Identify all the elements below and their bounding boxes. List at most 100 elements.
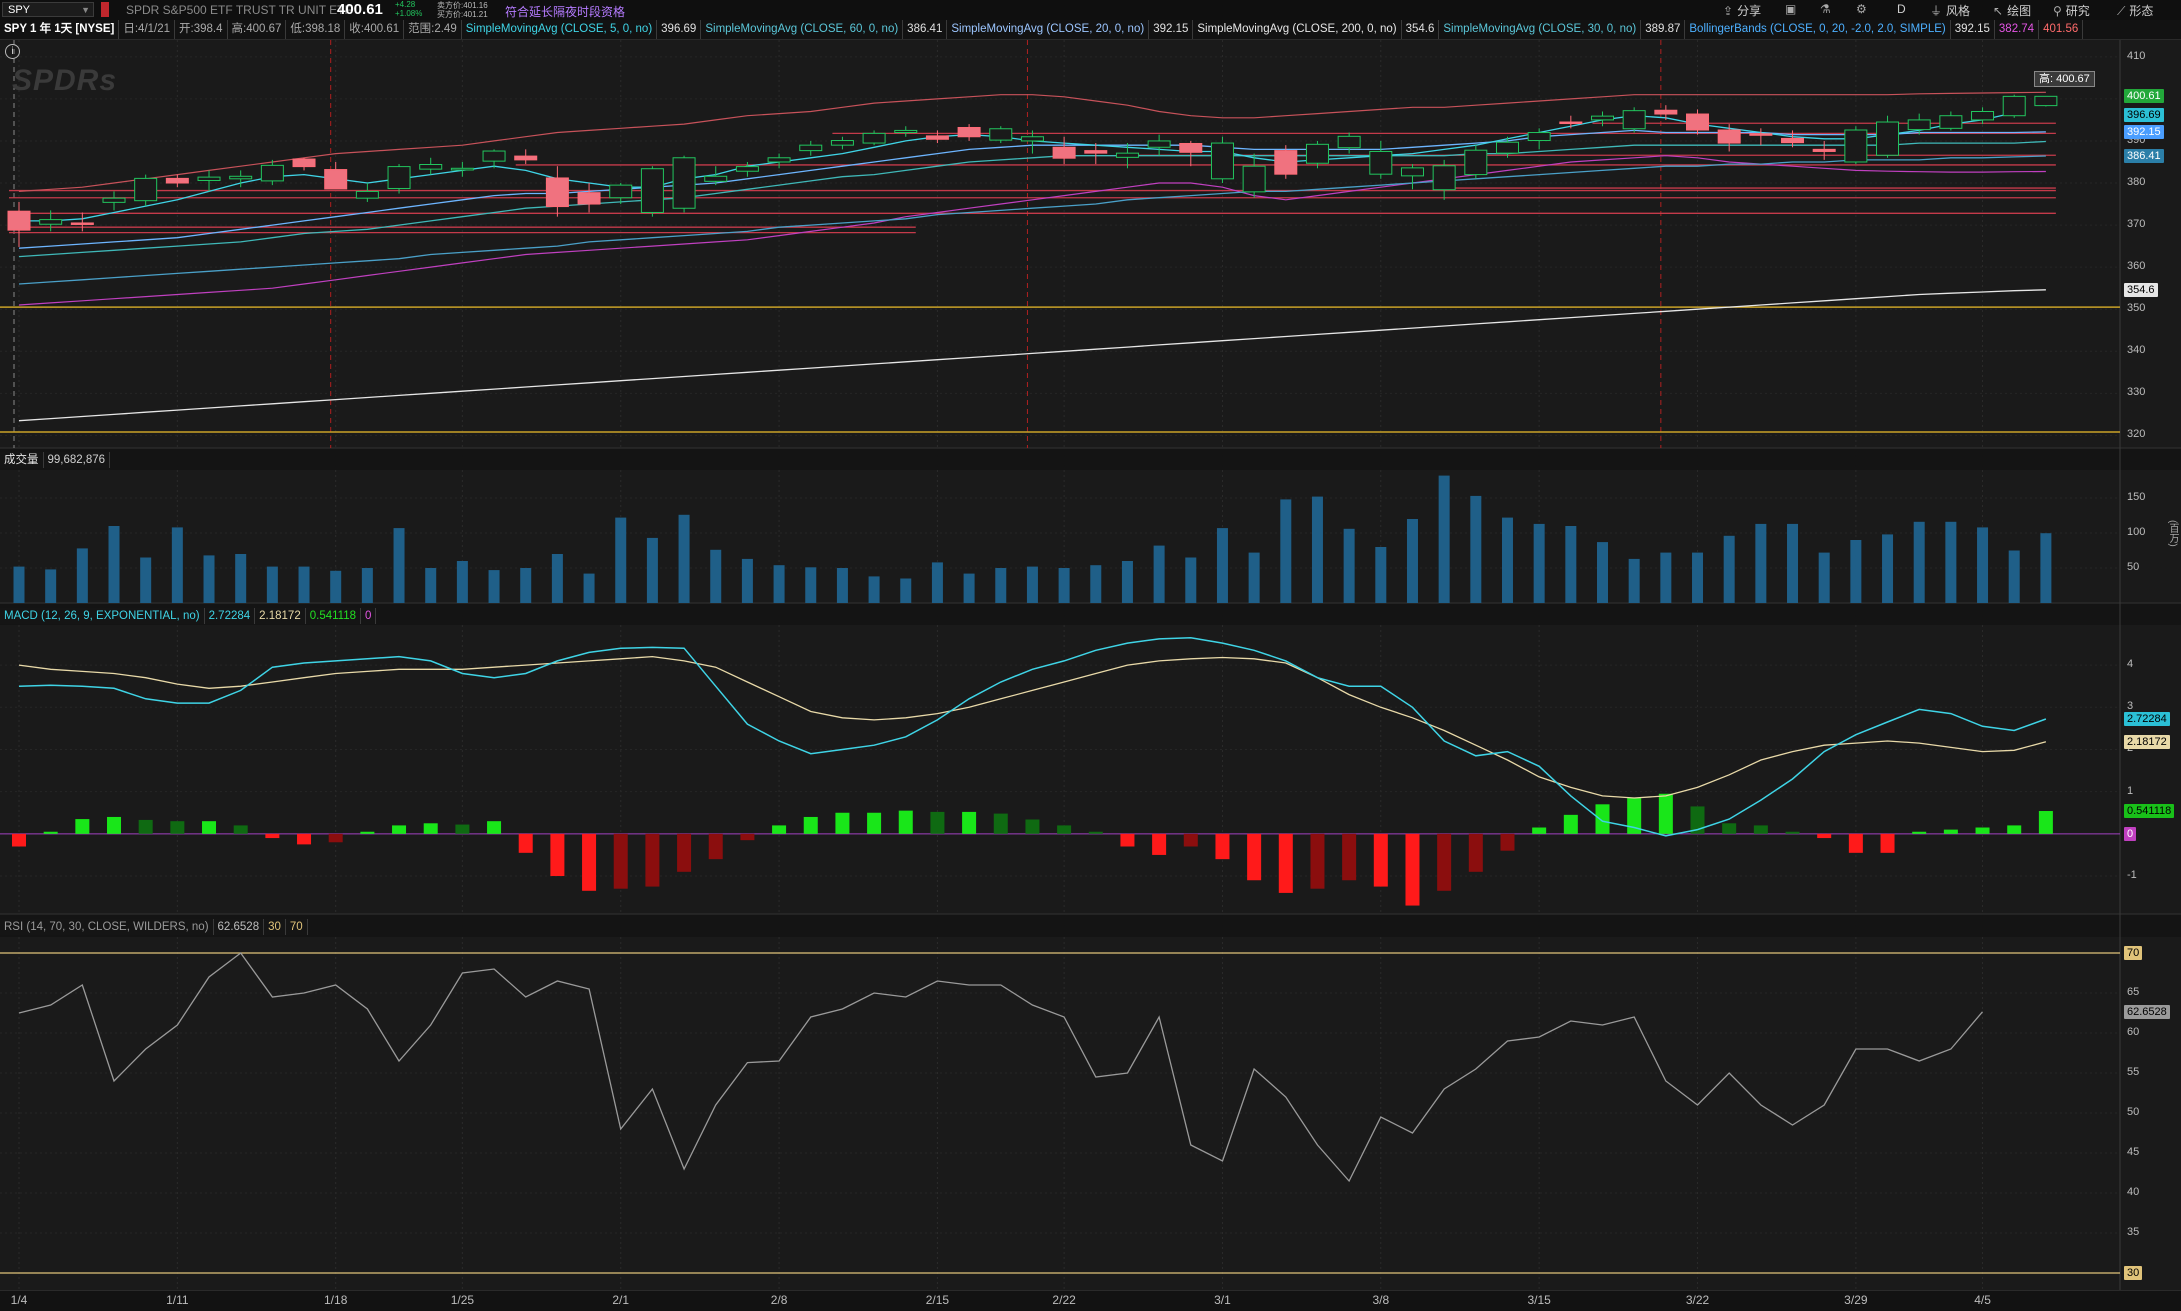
volume-tick-label: 50	[2127, 561, 2140, 573]
macd-histogram-bar	[1215, 833, 1230, 860]
volume-bar	[1945, 521, 1957, 603]
spdr-logo: SPDRs	[12, 64, 118, 97]
candle-body	[1147, 140, 1171, 148]
candle-body	[1369, 150, 1393, 175]
volume-bar	[235, 554, 247, 603]
candle-body	[672, 157, 696, 209]
macd-histogram-bar	[170, 821, 185, 834]
chart-canvas[interactable]	[0, 0, 2181, 1310]
volume-bar	[1185, 557, 1197, 603]
macd-histogram-bar	[582, 833, 597, 891]
volume-bar	[1090, 565, 1102, 603]
candle-body	[387, 166, 411, 189]
macd-tick-label: 1	[2127, 784, 2134, 797]
volume-bar	[1850, 540, 1862, 603]
info-icon[interactable]: i	[5, 44, 20, 59]
candle-body	[7, 210, 31, 231]
macd-histogram-bar	[1785, 831, 1800, 834]
candle-body	[1907, 119, 1931, 131]
macd-line	[18, 636, 2047, 837]
candle-body	[1527, 132, 1551, 142]
rsi-value-tag: 62.6528	[2124, 1004, 2170, 1019]
bollinger-lower-line	[18, 155, 2046, 306]
volume-bar	[1692, 552, 1704, 603]
macd-histogram-bar	[297, 833, 312, 845]
candle-body	[1084, 150, 1108, 154]
macd-histogram-bar	[1848, 833, 1863, 853]
volume-bar	[1248, 552, 1260, 603]
sma5-price-tag: 396.69	[2124, 107, 2164, 122]
candle-body	[1400, 167, 1424, 177]
macd-histogram-bar	[1500, 833, 1515, 851]
volume-bar	[710, 549, 722, 603]
volume-bar	[1121, 561, 1133, 603]
candle-body	[102, 197, 126, 203]
volume-bar	[393, 528, 405, 603]
macd-histogram-bar	[645, 833, 660, 887]
macd-histogram-bar	[1595, 804, 1610, 834]
candle-body	[1242, 165, 1266, 193]
volume-label[interactable]: 成交量	[0, 452, 44, 468]
rsi-tick-label: 50	[2127, 1106, 2140, 1118]
macd-histogram-bar	[328, 833, 343, 843]
candle-body	[609, 184, 633, 199]
volume-bar	[1787, 523, 1799, 603]
rsi-tick-label: 45	[2127, 1146, 2140, 1158]
macd-label[interactable]: MACD (12, 26, 9, EXPONENTIAL, no)	[0, 608, 205, 624]
candle-body	[39, 219, 63, 225]
rsi-overbought: 70	[286, 919, 308, 935]
macd-histogram-bar	[1088, 831, 1103, 834]
volume-bar	[963, 573, 975, 603]
macd-histogram-bar	[1152, 833, 1167, 855]
volume-bar	[1565, 526, 1577, 603]
macd-histogram-bar	[993, 813, 1008, 834]
macd-histogram-bar	[803, 816, 818, 834]
volume-bar	[1818, 552, 1830, 603]
time-tick-label: 1/11	[166, 1293, 189, 1307]
volume-bar	[2040, 533, 2052, 603]
macd-histogram-bar	[43, 831, 58, 834]
volume-bar	[171, 527, 183, 603]
macd-histogram-bar	[1437, 833, 1452, 891]
volume-bar	[1280, 499, 1292, 603]
candle-body	[1337, 135, 1361, 149]
candle-body	[1274, 150, 1298, 175]
candle-body	[640, 168, 664, 213]
volume-bar	[2008, 550, 2020, 603]
volume-bar	[1913, 521, 1925, 603]
candle-body	[957, 126, 981, 138]
volume-bar	[615, 517, 627, 603]
macd-histogram-bar	[708, 833, 723, 860]
candle-body	[70, 222, 94, 225]
sma60-line	[18, 155, 2046, 285]
volume-bar	[330, 570, 342, 603]
macd-histogram-bar	[1563, 814, 1578, 834]
macd-histogram-bar	[1342, 833, 1357, 881]
time-tick-label: 1/18	[324, 1293, 348, 1307]
macd-value: 2.72284	[205, 608, 256, 624]
volume-bar	[1470, 495, 1482, 603]
candle-body	[925, 135, 949, 140]
candle-body	[229, 175, 253, 180]
macd-histogram-bar	[1278, 833, 1293, 893]
rsi-label[interactable]: RSI (14, 70, 30, CLOSE, WILDERS, no)	[0, 919, 214, 935]
macd-histogram-bar	[2007, 825, 2022, 834]
sma20-price-tag: 392.15	[2124, 124, 2164, 139]
volume-bar	[140, 557, 152, 603]
macd-histogram-bar	[1183, 833, 1198, 847]
macd-tick-label: -1	[2127, 869, 2137, 882]
time-tick-label: 2/15	[925, 1293, 950, 1307]
macd-histogram-bar	[487, 821, 502, 834]
volume-bar	[1660, 552, 1672, 603]
candle-body	[704, 175, 728, 182]
candle-body	[1686, 113, 1710, 131]
candle-body	[1654, 109, 1678, 115]
macd-histogram-bar	[1817, 833, 1832, 839]
candle-body	[1464, 149, 1488, 176]
sma60-price-tag: 386.41	[2124, 149, 2164, 164]
volume-tick-label: 150	[2127, 491, 2146, 503]
candle-body	[1717, 129, 1741, 144]
volume-bar	[425, 568, 437, 603]
price-tick-label: 350	[2127, 302, 2146, 315]
price-tick-label: 320	[2127, 428, 2146, 441]
